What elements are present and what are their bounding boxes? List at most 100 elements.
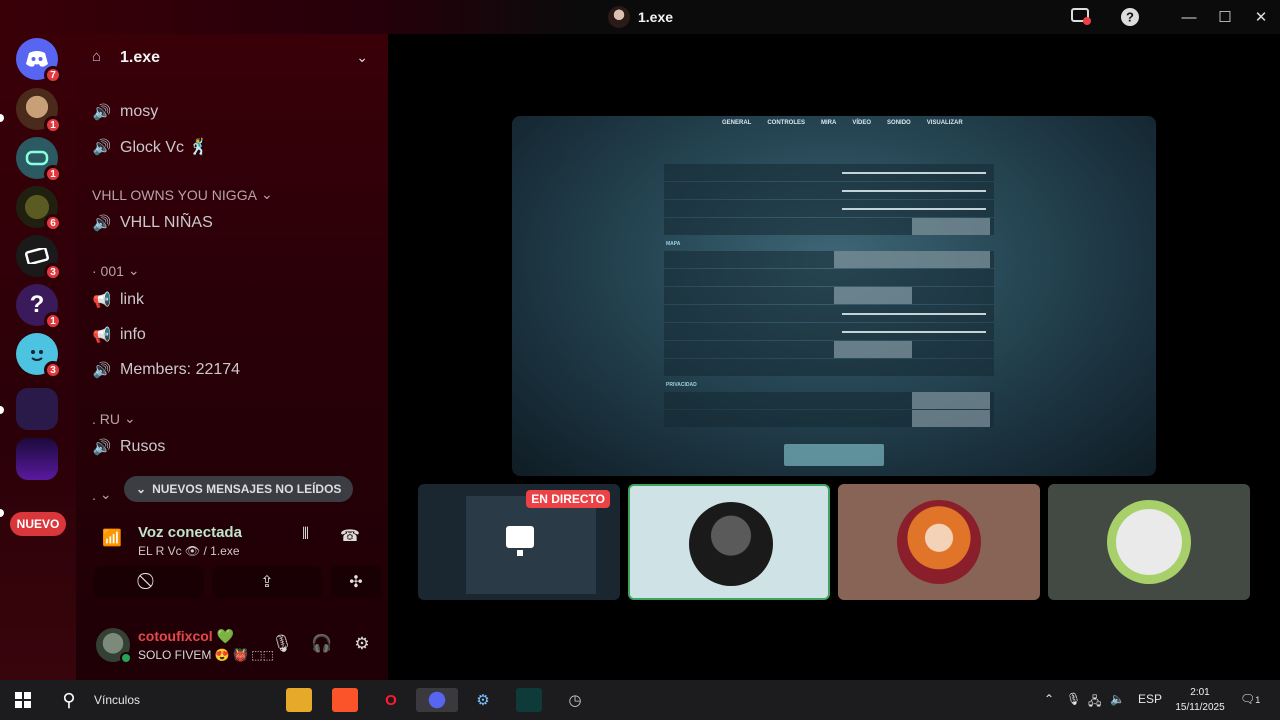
unread-badge: 7 — [44, 66, 62, 84]
windows-start-icon[interactable] — [10, 688, 36, 712]
help-icon[interactable]: ? — [1119, 6, 1141, 28]
voice-server-name: / 1.exe — [203, 544, 240, 558]
voice-channel-mosy[interactable]: 🔊 mosy — [92, 98, 159, 126]
notification-center-icon[interactable]: 🗨1 — [1240, 692, 1260, 706]
category-ru[interactable]: . RU ⌄ — [92, 410, 136, 427]
voice-channel-glock[interactable]: 🔊 Glock Vc 🕺 — [92, 133, 209, 161]
guild-header[interactable]: ⌂ 1.exe ⌄ — [76, 34, 388, 82]
chevron-up-icon[interactable]: ⌃ — [1044, 692, 1054, 706]
server-icon-2[interactable]: 1 — [16, 88, 62, 134]
opera-browser-icon[interactable]: O — [378, 688, 404, 712]
svg-text:?: ? — [1126, 10, 1134, 25]
channel-label: info — [120, 326, 146, 343]
app-icon[interactable] — [516, 688, 542, 712]
chevron-down-icon[interactable]: ⌄ — [356, 49, 368, 66]
channel-label: VHLL NIÑAS — [120, 214, 213, 231]
announcement-channel-info[interactable]: 📢 info — [92, 321, 146, 349]
shared-screen[interactable]: GENERAL CONTROLES MIRA VÍDEO SONIDO VISU… — [512, 116, 1156, 476]
discord-home-button[interactable]: 7 — [16, 38, 62, 84]
settings-row — [664, 200, 994, 217]
speaker-icon: 🔊 — [92, 139, 112, 156]
username[interactable]: cotoufixcol 💚 — [138, 628, 234, 645]
signal-icon: 📶 — [102, 530, 122, 547]
participant-tile[interactable] — [1048, 484, 1250, 600]
network-icon[interactable]: 🖧 — [1088, 692, 1101, 713]
category-dot[interactable]: . ⌄ — [92, 486, 112, 503]
unread-badge: 3 — [44, 361, 62, 379]
stream-thumbnail[interactable]: EN DIRECTO — [418, 484, 620, 600]
category-vhll[interactable]: VHLL OWNS YOU NIGGA ⌄ — [92, 186, 273, 203]
activities-button[interactable]: ✣ — [330, 566, 382, 598]
game-nav-crosshair: MIRA — [821, 120, 837, 126]
volume-icon[interactable]: 🔈 — [1110, 692, 1125, 706]
clock-date: 15/11/2025 — [1175, 702, 1225, 713]
server-icon-5[interactable]: 3 — [16, 235, 62, 281]
participant-tile-speaking[interactable] — [628, 484, 830, 600]
camera-off-button[interactable]: ⃠ — [94, 566, 204, 598]
microphone-tray-icon[interactable]: 🎙 — [1066, 692, 1081, 706]
microphone-icon[interactable]: 🎙 — [270, 634, 294, 658]
settings-section-privacy: PRIVACIDAD — [666, 382, 697, 388]
game-nav-sound: SONIDO — [887, 120, 911, 126]
noise-suppression-icon[interactable]: ⦀ — [302, 526, 309, 544]
file-explorer-icon[interactable] — [286, 688, 312, 712]
participant-avatar — [897, 500, 981, 584]
unread-badge: 1 — [44, 116, 62, 134]
participant-avatar — [1107, 500, 1191, 584]
voice-channel-members[interactable]: 🔊 Members: 22174 — [92, 356, 240, 384]
voice-channel-info[interactable]: EL R Vc 👁 / 1.exe — [138, 544, 240, 558]
minimize-icon[interactable]: — — [1178, 6, 1200, 28]
settings-row — [664, 287, 994, 304]
participant-tile[interactable] — [838, 484, 1040, 600]
chevron-down-icon: ⌄ — [260, 186, 273, 202]
announcement-channel-link[interactable]: 📢 link — [92, 286, 144, 314]
voice-channel-vhll-ninas[interactable]: 🔊 VHLL NIÑAS — [92, 209, 213, 237]
unread-badge: 6 — [44, 214, 62, 232]
server-icon-8[interactable] — [16, 388, 58, 430]
headphones-icon[interactable]: 🎧 — [310, 634, 334, 658]
participant-avatar — [689, 502, 773, 586]
game-nav-video: VÍDEO — [852, 120, 872, 126]
inbox-icon[interactable] — [1070, 6, 1092, 28]
voice-status-title[interactable]: Voz conectada — [138, 524, 242, 541]
settings-row — [664, 251, 994, 268]
category-label: VHLL OWNS YOU NIGGA — [92, 186, 257, 203]
settings-gear-icon[interactable]: ⚙ — [350, 634, 374, 658]
steam-icon[interactable]: ⚙ — [470, 688, 496, 712]
search-label[interactable]: Vínculos — [94, 693, 140, 707]
settings-row — [664, 410, 994, 427]
maximize-icon[interactable]: ☐ — [1214, 6, 1236, 28]
settings-row — [664, 323, 994, 340]
server-rail: 7 1 1 6 3 ? 1 3 NUEVO — [0, 34, 76, 680]
settings-row — [664, 182, 994, 199]
voice-channel-rusos[interactable]: 🔊 Rusos — [92, 433, 166, 461]
server-icon-9[interactable] — [16, 438, 58, 480]
game-settings-list: MAPA PRIVACIDAD — [664, 164, 994, 428]
new-unread-messages-button[interactable]: ⌄ NUEVOS MENSAJES NO LEÍDOS — [124, 476, 354, 502]
disconnect-icon[interactable]: ☎ — [340, 526, 360, 546]
server-icon-4[interactable]: 6 — [16, 186, 62, 232]
close-icon[interactable]: ✕ — [1250, 6, 1272, 28]
speaker-icon: 🔊 — [92, 439, 112, 456]
live-badge: EN DIRECTO — [526, 490, 610, 508]
new-unreads-badge[interactable]: NUEVO — [10, 512, 66, 536]
taskbar-clock[interactable]: 2:01 15/11/2025 — [1172, 685, 1228, 715]
voice-connection-panel: 📶 Voz conectada EL R Vc 👁 / 1.exe ⦀ ☎ ⃠ … — [84, 506, 382, 606]
discord-taskbar-icon[interactable] — [416, 688, 458, 712]
chevron-down-icon: ⌄ — [127, 262, 140, 278]
activities-icon: ✣ — [349, 574, 363, 591]
brave-browser-icon[interactable] — [332, 688, 358, 712]
unread-badge: 1 — [44, 312, 62, 330]
speaker-icon: 🔊 — [92, 362, 112, 379]
search-icon[interactable]: ⚲ — [56, 688, 82, 712]
settings-row — [664, 218, 994, 235]
server-icon-3[interactable]: 1 — [16, 137, 62, 183]
server-icon-6[interactable]: ? 1 — [16, 284, 62, 330]
server-icon-7[interactable]: 3 — [16, 333, 62, 379]
category-001[interactable]: · 001 ⌄ — [92, 262, 140, 279]
language-indicator[interactable]: ESP — [1138, 692, 1162, 706]
settings-row — [664, 269, 994, 286]
screen-share-button[interactable]: ⇪ — [212, 566, 322, 598]
game-launcher-icon[interactable]: ◷ — [562, 688, 588, 712]
discord-window: 1.exe ? — ☐ ✕ 7 1 1 6 3 ? 1 3 NUEVO ⌂ 1.… — [0, 0, 1280, 720]
